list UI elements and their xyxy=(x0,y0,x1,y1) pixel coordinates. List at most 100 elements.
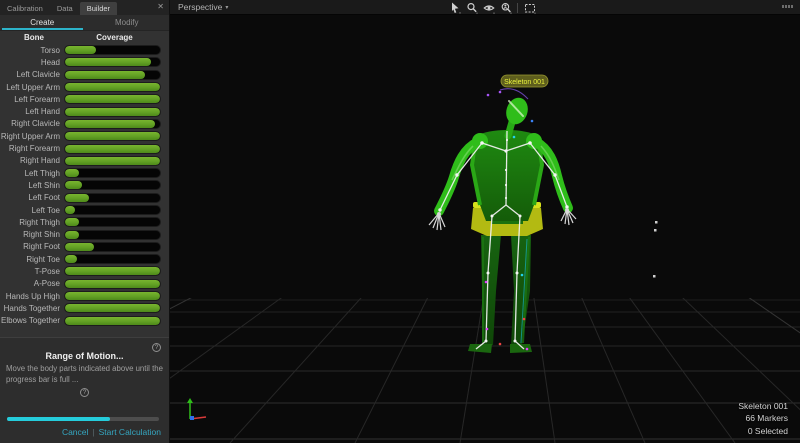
coverage-bar xyxy=(64,144,161,154)
coverage-bar-fill xyxy=(65,267,160,275)
stray-markers[interactable] xyxy=(653,221,658,278)
coverage-bar xyxy=(64,168,161,178)
coverage-bar xyxy=(64,70,161,80)
bone-row: Right Clavicle xyxy=(0,118,169,130)
bone-row: Right Forearm xyxy=(0,142,169,154)
coverage-bar xyxy=(64,57,161,67)
action-separator: | xyxy=(92,427,94,437)
bone-label: Right Clavicle xyxy=(0,119,64,128)
coverage-bar-fill xyxy=(65,108,160,116)
tab-data[interactable]: Data xyxy=(50,2,80,15)
viewport-toolbar xyxy=(448,1,536,14)
bone-label: Right Upper Arm xyxy=(0,132,64,141)
viewport-topbar: Perspective ▾ xyxy=(170,0,800,15)
zoom-magnifier-icon[interactable] xyxy=(465,1,478,14)
coverage-bar xyxy=(64,254,161,264)
pane-tabbar: Calibration Data Builder ✕ xyxy=(0,0,169,15)
view-selector[interactable]: Perspective ▾ xyxy=(178,2,228,12)
coverage-bar-fill xyxy=(65,181,82,189)
cancel-button[interactable]: Cancel xyxy=(62,427,88,437)
right-foot xyxy=(510,344,532,353)
bone-label: Left Clavicle xyxy=(0,70,64,79)
bone-row: Left Hand xyxy=(0,105,169,117)
subtab-create[interactable]: Create xyxy=(0,15,85,30)
builder-subtabs: Create Modify xyxy=(0,15,169,31)
right-hand xyxy=(561,208,576,225)
tab-calibration[interactable]: Calibration xyxy=(0,2,50,15)
subtab-modify[interactable]: Modify xyxy=(85,15,170,30)
coverage-bar-fill xyxy=(65,243,94,251)
bone-label: Left Forearm xyxy=(0,95,64,104)
rom-progress-fill xyxy=(7,417,110,421)
coverage-bar xyxy=(64,107,161,117)
bone-row: Left Foot xyxy=(0,192,169,204)
coverage-bar xyxy=(64,291,161,301)
bone-label: Left Upper Arm xyxy=(0,83,64,92)
coverage-bar xyxy=(64,193,161,203)
coverage-bar xyxy=(64,230,161,240)
start-calculation-button[interactable]: Start Calculation xyxy=(99,427,161,437)
coverage-bar-fill xyxy=(65,231,79,239)
coverage-bar-fill xyxy=(65,194,89,202)
bone-row: Left Toe xyxy=(0,204,169,216)
builder-sidebar: Calibration Data Builder ✕ Create Modify… xyxy=(0,0,170,443)
coverage-bar-fill xyxy=(65,157,160,165)
help-icon-secondary[interactable]: ? xyxy=(80,388,89,397)
show-eye-icon[interactable] xyxy=(482,1,495,14)
bone-label: Elbows Together xyxy=(0,316,64,325)
column-header-coverage: Coverage xyxy=(68,33,169,42)
bone-row: Right Upper Arm xyxy=(0,130,169,142)
coverage-bar-fill xyxy=(65,292,160,300)
bone-row: Right Shin xyxy=(0,228,169,240)
coverage-bar-fill xyxy=(65,58,151,66)
skeleton-badge[interactable]: Skeleton 001 xyxy=(501,75,548,87)
coverage-bar-fill xyxy=(65,145,160,153)
coverage-bar-fill xyxy=(65,218,79,226)
bone-row: Head xyxy=(0,56,169,68)
panel-actions: Cancel | Start Calculation xyxy=(62,427,161,437)
bone-label: Right Foot xyxy=(0,242,64,251)
status-marker-count: 66 Markers xyxy=(738,412,788,425)
coverage-bar xyxy=(64,242,161,252)
instruction-panel: ? Range of Motion... Move the body parts… xyxy=(0,337,169,443)
coverage-bar xyxy=(64,205,161,215)
coverage-bar xyxy=(64,266,161,276)
bone-row: Left Upper Arm xyxy=(0,81,169,93)
follow-selection-icon[interactable] xyxy=(499,1,512,14)
close-icon[interactable]: ✕ xyxy=(157,2,164,11)
bone-label: Right Hand xyxy=(0,156,64,165)
bone-row: Right Hand xyxy=(0,155,169,167)
panel-grip-icon[interactable] xyxy=(782,5,793,8)
status-selected-count: 0 Selected xyxy=(738,425,788,438)
instruction-title: Range of Motion... xyxy=(0,351,169,361)
coverage-bar-fill xyxy=(65,71,145,79)
tab-builder[interactable]: Builder xyxy=(80,2,117,15)
coverage-bar xyxy=(64,316,161,326)
bone-label: T-Pose xyxy=(0,267,64,276)
coverage-bar xyxy=(64,180,161,190)
coverage-bar xyxy=(64,45,161,55)
coverage-bar xyxy=(64,279,161,289)
help-icon[interactable]: ? xyxy=(152,343,161,352)
bone-row: Elbows Together xyxy=(0,315,169,327)
bone-row: Left Clavicle xyxy=(0,69,169,81)
scene-canvas[interactable]: Skeleton 001 xyxy=(170,15,800,443)
status-skeleton-name: Skeleton 001 xyxy=(738,400,788,413)
bone-label: Torso xyxy=(0,46,64,55)
viewport-3d[interactable]: Perspective ▾ xyxy=(170,0,800,443)
bone-label: Left Shin xyxy=(0,181,64,190)
column-header-bone: Bone xyxy=(0,33,68,42)
bone-label: Right Shin xyxy=(0,230,64,239)
selection-status: Skeleton 001 66 Markers 0 Selected xyxy=(738,400,788,438)
left-hand xyxy=(429,212,445,230)
bone-label: Left Thigh xyxy=(0,169,64,178)
coverage-bar xyxy=(64,119,161,129)
marquee-select-icon[interactable] xyxy=(523,1,536,14)
bone-label: Right Toe xyxy=(0,255,64,264)
bone-row: Right Thigh xyxy=(0,216,169,228)
bone-row: Hands Together xyxy=(0,302,169,314)
bone-rows: TorsoHead Left Clavicle Left Upper Arm Left… xyxy=(0,44,169,337)
coverage-bar-fill xyxy=(65,46,96,54)
select-cursor-icon[interactable] xyxy=(448,1,461,14)
skeleton-avatar[interactable] xyxy=(429,89,576,353)
